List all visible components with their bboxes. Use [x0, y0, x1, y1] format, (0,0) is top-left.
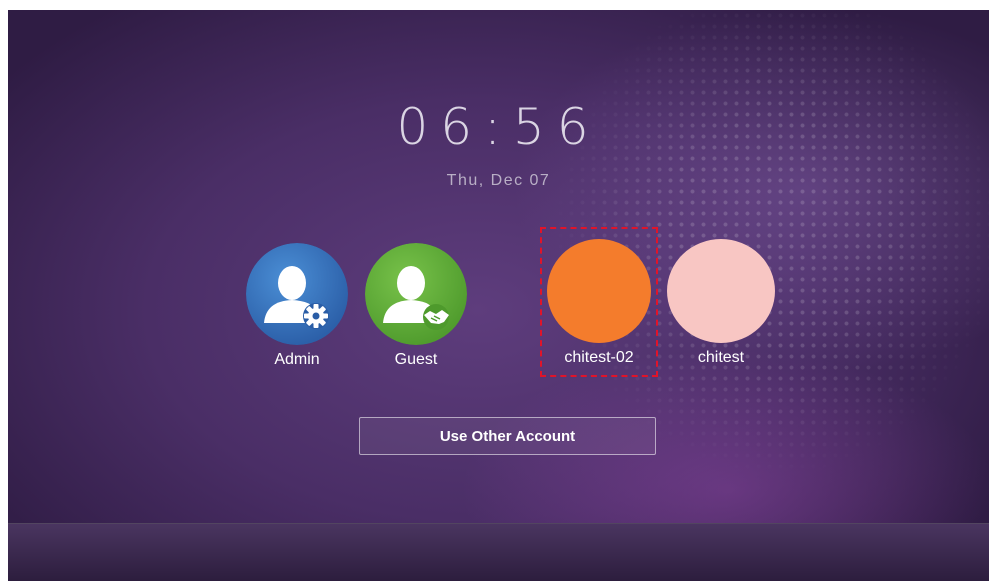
bottom-bar — [8, 523, 989, 581]
user-admin[interactable]: Admin — [242, 243, 352, 370]
user-label: Guest — [394, 351, 438, 368]
user-avatar — [667, 239, 775, 343]
admin-user-icon — [246, 243, 348, 345]
clock-time: 06:56 — [396, 98, 601, 156]
user-guest[interactable]: Guest — [361, 243, 471, 370]
user-chitest-02[interactable]: chitest-02 — [544, 239, 654, 368]
clock-date: Thu, Dec 07 — [446, 172, 551, 189]
user-avatar — [547, 239, 651, 343]
guest-user-icon — [365, 243, 467, 345]
user-label: chitest — [697, 349, 745, 366]
user-label: chitest-02 — [564, 349, 634, 366]
login-screen: 06:56 Thu, Dec 07 Admin Guest chitest-02… — [8, 10, 989, 581]
use-other-account-button[interactable]: Use Other Account — [359, 417, 656, 455]
user-label: Admin — [274, 351, 320, 368]
user-chitest[interactable]: chitest — [666, 239, 776, 368]
